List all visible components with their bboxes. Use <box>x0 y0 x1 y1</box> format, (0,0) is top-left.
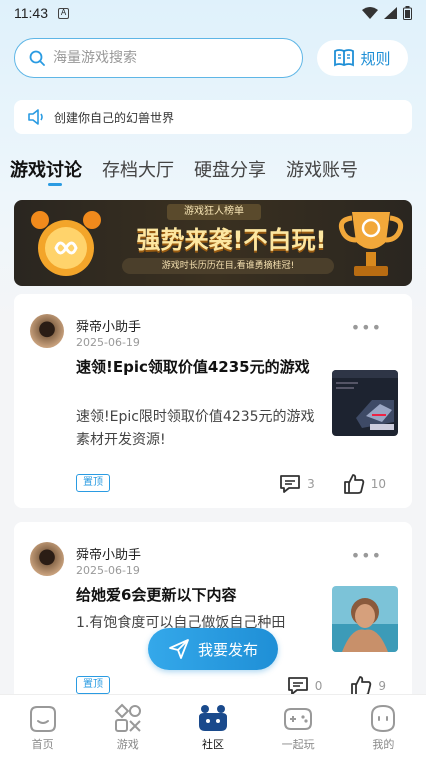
rules-label: 规则 <box>360 49 391 68</box>
thumbs-up-icon <box>351 676 372 696</box>
promo-banner[interactable]: 游戏狂人榜单 强势来袭!不白玩! 游戏时长历历在目,看谁勇摘桂冠! <box>14 200 412 286</box>
post-body[interactable]: 速领!Epic限时领取价值4235元的游戏素材开发资源! <box>76 406 316 452</box>
post-thumbnail[interactable] <box>332 586 398 652</box>
nav-item-games[interactable]: 游戏 <box>98 703 158 757</box>
post-card[interactable]: 舜帝小助手 2025-06-19 ••• 速领!Epic领取价值4235元的游戏… <box>14 294 412 508</box>
nav-label: 我的 <box>372 738 395 751</box>
nav-label: 社区 <box>201 738 224 751</box>
tab-game-account[interactable]: 游戏账号 <box>286 156 358 186</box>
more-options-icon[interactable]: ••• <box>351 546 382 565</box>
like-count[interactable]: 10 <box>343 474 386 494</box>
nav-label: 游戏 <box>116 738 139 751</box>
thumbs-up-icon <box>343 474 364 494</box>
comment-count[interactable]: 3 <box>279 474 315 494</box>
comment-icon <box>287 677 308 695</box>
bottom-nav: 首页 游戏 社区 一起玩 我的 <box>0 694 426 757</box>
publish-button[interactable]: 我要发布 <box>148 628 278 670</box>
home-icon <box>29 706 56 732</box>
pinned-badge: 置顶 <box>76 676 110 694</box>
community-icon <box>198 705 227 731</box>
alarm-clock-icon <box>31 211 101 276</box>
like-count-value: 10 <box>370 477 386 491</box>
search-input[interactable] <box>53 50 273 66</box>
post-author[interactable]: 舜帝小助手 <box>76 316 141 335</box>
rules-button[interactable]: 规则 <box>317 40 408 76</box>
book-icon <box>334 49 355 67</box>
publish-label: 我要发布 <box>197 640 258 659</box>
status-time: 11:43 <box>14 5 48 21</box>
nav-item-home[interactable]: 首页 <box>13 703 73 757</box>
tab-game-discussion[interactable]: 游戏讨论 <box>10 156 82 186</box>
banner-subtitle: 游戏时长历历在目,看谁勇摘桂冠! <box>122 258 334 274</box>
nav-item-play-together[interactable]: 一起玩 <box>268 703 328 757</box>
comment-count-value: 3 <box>307 477 315 491</box>
gamepad-icon <box>284 708 313 730</box>
like-count-value: 9 <box>378 679 386 693</box>
status-indicators <box>362 6 412 20</box>
game-shapes-icon <box>114 703 141 732</box>
post-author[interactable]: 舜帝小助手 <box>76 544 141 563</box>
thumbnail-image <box>332 586 398 652</box>
post-stats: 3 10 <box>259 474 386 494</box>
more-options-icon[interactable]: ••• <box>351 318 382 337</box>
post-card[interactable]: 舜帝小助手 2025-06-19 ••• 给她爱6会更新以下内容 1.有饱食度可… <box>14 522 412 702</box>
tab-save-hall[interactable]: 存档大厅 <box>102 156 174 186</box>
thumbnail-image <box>332 370 398 436</box>
comment-count-value: 0 <box>314 679 323 693</box>
status-bar: 11:43 A <box>0 0 426 26</box>
post-date: 2025-06-19 <box>76 564 140 577</box>
profile-icon <box>371 704 396 733</box>
send-icon <box>169 639 189 659</box>
pinned-badge: 置顶 <box>76 474 110 492</box>
signal-icon <box>384 7 397 19</box>
notice-bar[interactable]: 创建你自己的幻兽世界 <box>14 100 412 134</box>
post-stats: 0 9 <box>267 676 386 696</box>
nav-label: 一起玩 <box>281 738 315 751</box>
post-thumbnail[interactable] <box>332 370 398 436</box>
nav-item-profile[interactable]: 我的 <box>353 703 413 757</box>
banner-headline: 强势来袭!不白玩! <box>136 226 327 254</box>
speaker-icon <box>28 109 43 125</box>
post-date: 2025-06-19 <box>76 336 140 349</box>
post-title[interactable]: 速领!Epic领取价值4235元的游戏 <box>76 354 316 380</box>
nav-label: 首页 <box>31 738 54 751</box>
search-row: 规则 <box>14 38 412 78</box>
search-box[interactable] <box>14 38 303 78</box>
wifi-icon <box>362 7 378 19</box>
notice-text: 创建你自己的幻兽世界 <box>54 110 175 125</box>
nav-item-community[interactable]: 社区 <box>183 703 243 757</box>
avatar[interactable] <box>30 314 64 348</box>
app-notification-icon: A <box>58 7 69 19</box>
search-icon <box>29 50 45 66</box>
post-title[interactable]: 给她爱6会更新以下内容 <box>76 582 316 608</box>
avatar[interactable] <box>30 542 64 576</box>
comment-count[interactable]: 0 <box>287 676 323 696</box>
tab-disk-share[interactable]: 硬盘分享 <box>194 156 266 186</box>
trophy-icon <box>338 212 404 276</box>
banner-tag: 游戏狂人榜单 <box>167 204 261 220</box>
battery-icon <box>403 6 412 20</box>
comment-icon <box>280 475 300 493</box>
like-count[interactable]: 9 <box>350 676 386 696</box>
category-tabs: 游戏讨论 存档大厅 硬盘分享 游戏账号 <box>10 156 358 186</box>
